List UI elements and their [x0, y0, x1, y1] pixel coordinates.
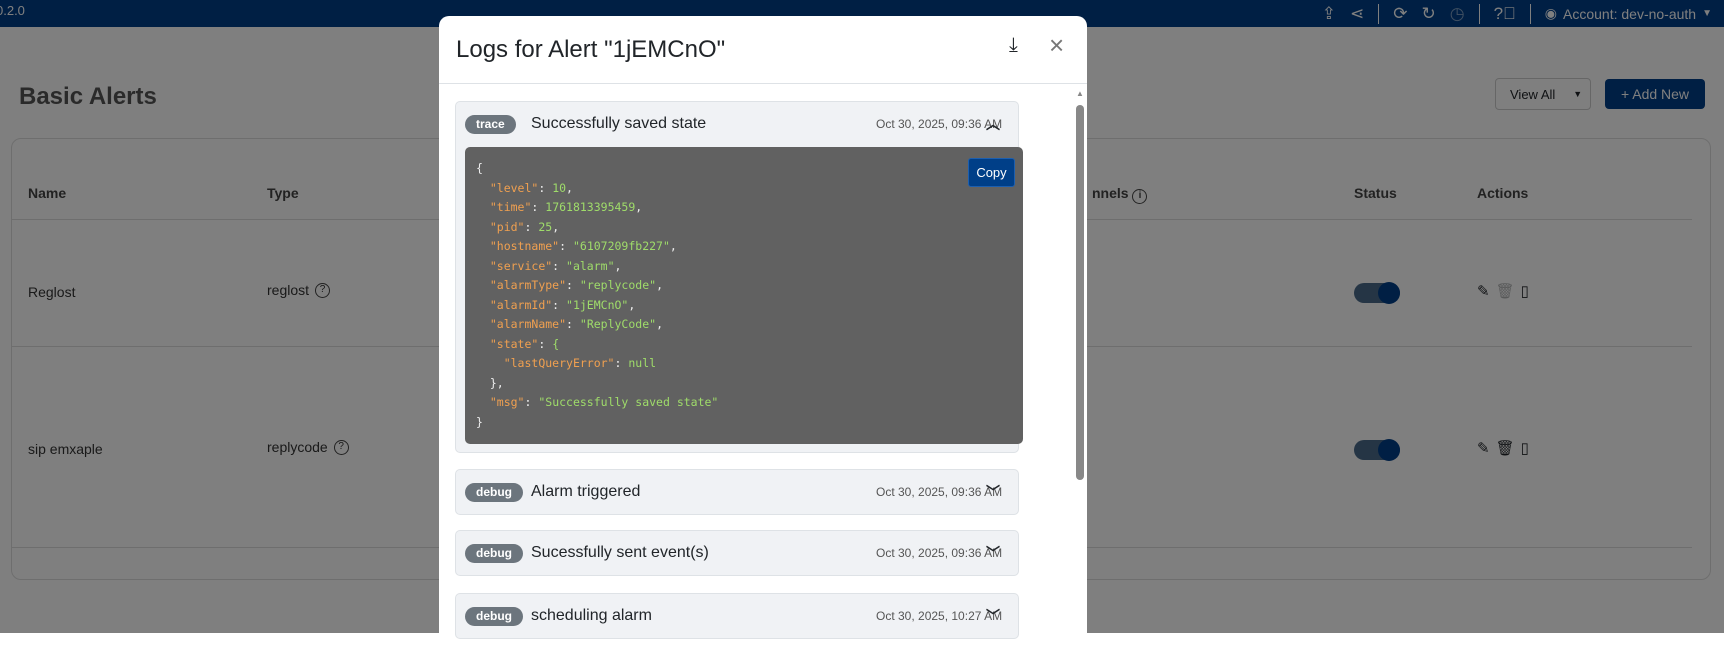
log-message: Successfully saved state [531, 115, 707, 132]
chevron-down-icon[interactable]: ﹀ [986, 543, 1000, 563]
log-timestamp: Oct 30, 2025, 09:36 AM [876, 546, 1003, 560]
log-message: Alarm triggered [531, 483, 641, 500]
log-timestamp: Oct 30, 2025, 09:36 AM [876, 117, 1003, 131]
chevron-up-icon[interactable]: ︿ [986, 114, 1000, 134]
download-icon[interactable]: ⤓ [1009, 34, 1018, 57]
log-entry[interactable]: debug Sucessfully sent event(s) Oct 30, 20… [455, 530, 1019, 576]
log-entry-header[interactable]: trace Successfully saved state Oct 30, 2… [456, 102, 1018, 147]
logs-modal: Logs for Alert "1jEMCnO" ⤓ × trace Succe… [439, 16, 1087, 656]
modal-title: Logs for Alert "1jEMCnO" [456, 36, 726, 63]
scroll-up-arrow[interactable]: ▲ [1076, 89, 1084, 98]
log-entry[interactable]: debug scheduling alarm Oct 30, 2025, 10:27… [455, 593, 1019, 639]
log-entry[interactable]: debug Alarm triggered Oct 30, 2025, 09:36 … [455, 469, 1019, 515]
level-badge: debug [465, 544, 523, 563]
chevron-down-icon[interactable]: ﹀ [986, 482, 1000, 502]
log-entry: trace Successfully saved state Oct 30, 2… [455, 101, 1023, 453]
level-badge: debug [465, 607, 523, 626]
log-json: { "level": 10, "time": 1761813395459, "p… [465, 147, 1023, 444]
copy-button[interactable]: Copy [968, 158, 1015, 187]
log-timestamp: Oct 30, 2025, 09:36 AM [876, 485, 1003, 499]
logs-list: trace Successfully saved state Oct 30, 2… [439, 85, 1087, 656]
level-badge: debug [465, 483, 523, 502]
log-message: scheduling alarm [531, 607, 652, 624]
chevron-down-icon[interactable]: ﹀ [986, 606, 1000, 626]
vertical-scrollbar[interactable] [1076, 105, 1084, 480]
close-icon[interactable]: × [1049, 30, 1064, 61]
log-message: Sucessfully sent event(s) [531, 544, 709, 561]
level-badge: trace [465, 115, 516, 134]
log-timestamp: Oct 30, 2025, 10:27 AM [876, 609, 1003, 623]
